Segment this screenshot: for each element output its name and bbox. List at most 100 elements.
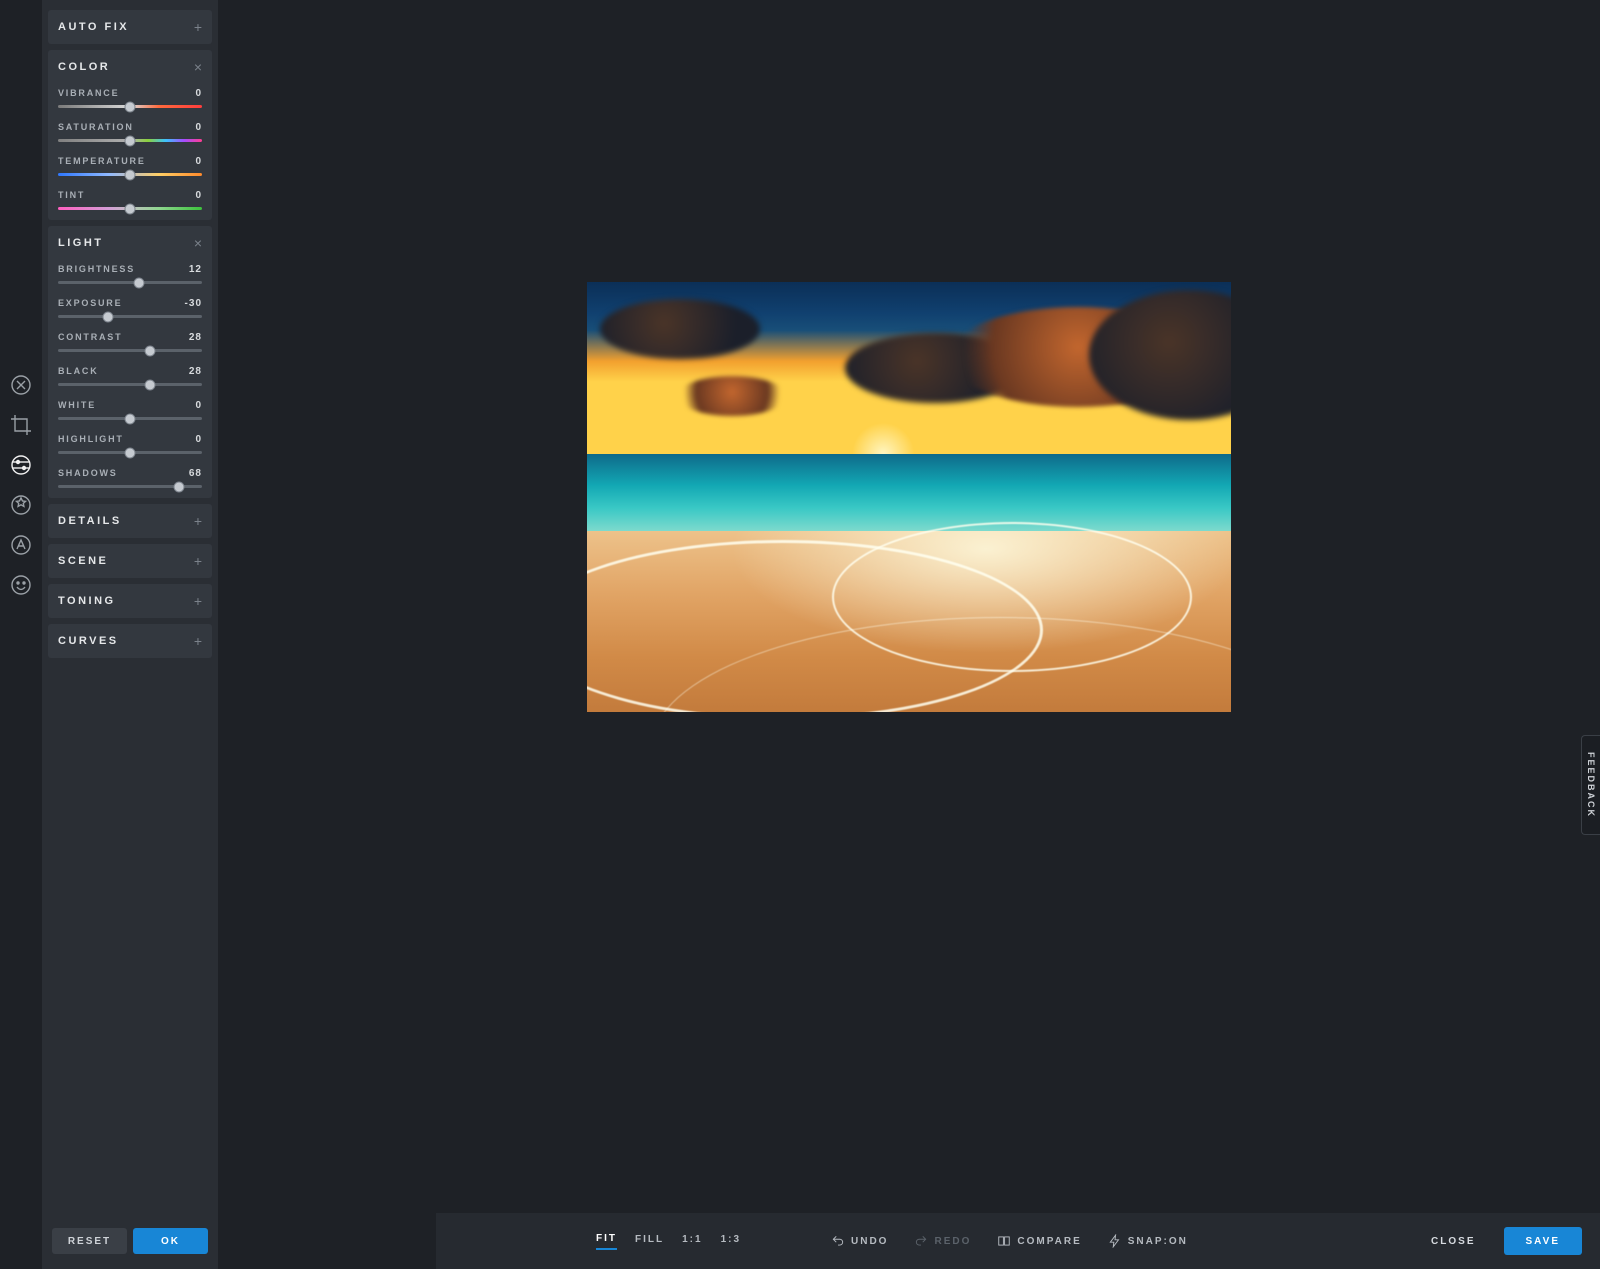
section-title: TONING (58, 595, 116, 607)
slider-track[interactable] (58, 139, 202, 142)
section-title: SCENE (58, 555, 108, 567)
undo-icon (831, 1234, 845, 1248)
section-header-light[interactable]: LIGHT × (58, 236, 202, 250)
undo-button[interactable]: UNDO (831, 1234, 888, 1248)
section-autofix: AUTO FIX+ (48, 10, 212, 44)
section-title: LIGHT (58, 237, 104, 249)
expand-icon[interactable]: + (194, 514, 202, 528)
section-header-curves[interactable]: CURVES + (58, 634, 202, 648)
bottom-bar: FITFILL1:11:3 UNDO REDO COMPARE SNAP:ON … (436, 1213, 1600, 1269)
reset-button[interactable]: RESET (52, 1228, 127, 1254)
slider-track[interactable] (58, 451, 202, 454)
slider-value: 0 (195, 400, 202, 411)
slider-value: 12 (189, 264, 202, 275)
expand-icon[interactable]: + (194, 634, 202, 648)
section-curves: CURVES + (48, 624, 212, 658)
slider-track[interactable] (58, 383, 202, 386)
image-preview[interactable] (587, 282, 1231, 712)
section-header-scene[interactable]: SCENE + (58, 554, 202, 568)
sticker-icon[interactable] (8, 572, 34, 598)
section-header-color[interactable]: COLOR × (58, 60, 202, 74)
slider-thumb[interactable] (125, 135, 136, 146)
slider-track[interactable] (58, 417, 202, 420)
expand-icon[interactable]: + (194, 594, 202, 608)
slider-thumb[interactable] (145, 345, 156, 356)
adjust-panel: AUTO FIX+ COLOR × VIBRANCE0 SATURATION0 TEMPE… (42, 0, 218, 1269)
collapse-icon[interactable]: × (194, 236, 202, 250)
snap-toggle[interactable]: SNAP:ON (1108, 1234, 1188, 1248)
effects-icon[interactable] (8, 492, 34, 518)
slider-temperature: TEMPERATURE0 (58, 156, 202, 176)
slider-brightness: BRIGHTNESS12 (58, 264, 202, 284)
slider-thumb[interactable] (173, 481, 184, 492)
collapse-icon[interactable]: × (194, 60, 202, 74)
slider-value: 28 (189, 366, 202, 377)
adjust-icon[interactable] (8, 452, 34, 478)
slider-name: WHITE (58, 400, 96, 410)
slider-name: TINT (58, 190, 85, 200)
slider-name: CONTRAST (58, 332, 122, 342)
redo-icon (914, 1234, 928, 1248)
slider-name: SHADOWS (58, 468, 118, 478)
slider-value: 68 (189, 468, 202, 479)
crop-icon[interactable] (8, 412, 34, 438)
slider-thumb[interactable] (133, 277, 144, 288)
slider-track[interactable] (58, 349, 202, 352)
zoom-group: FIT FILL 1:1 1:3 (596, 1233, 741, 1250)
slider-thumb[interactable] (125, 413, 136, 424)
canvas-area: FITFILL1:11:3 UNDO REDO COMPARE SNAP:ON … (218, 0, 1600, 1269)
slider-black: BLACK 28 (58, 366, 202, 386)
close-button[interactable]: CLOSE (1417, 1227, 1489, 1255)
compare-label: COMPARE (1017, 1236, 1081, 1247)
slider-name: EXPOSURE (58, 298, 122, 308)
slider-value: 0 (195, 190, 202, 201)
section-header-toning[interactable]: TONING + (58, 594, 202, 608)
section-title: DETAILS (58, 515, 122, 527)
slider-thumb[interactable] (125, 101, 136, 112)
section-header-details[interactable]: DETAILS + (58, 514, 202, 528)
slider-white: WHITE 0 (58, 400, 202, 420)
zoom-1-3[interactable]: 1:3 (721, 1234, 741, 1249)
right-group: CLOSE SAVE (1417, 1227, 1582, 1255)
section-header-autofix[interactable]: AUTO FIX+ (58, 20, 202, 34)
compare-button[interactable]: COMPARE (997, 1234, 1081, 1248)
snap-label: SNAP:ON (1128, 1236, 1188, 1247)
slider-thumb[interactable] (125, 203, 136, 214)
slider-name: BLACK (58, 366, 99, 376)
section-title: CURVES (58, 635, 119, 647)
slider-thumb[interactable] (125, 447, 136, 458)
heal-icon[interactable] (8, 372, 34, 398)
slider-track[interactable] (58, 485, 202, 488)
slider-name: HIGHLIGHT (58, 434, 124, 444)
expand-icon[interactable]: + (194, 20, 202, 34)
slider-value: 28 (189, 332, 202, 343)
slider-vibrance: VIBRANCE0 (58, 88, 202, 108)
section-details: DETAILS + (48, 504, 212, 538)
slider-track[interactable] (58, 315, 202, 318)
slider-thumb[interactable] (125, 169, 136, 180)
slider-track[interactable] (58, 173, 202, 176)
feedback-tab[interactable]: FEEDBACK (1581, 735, 1600, 835)
expand-icon[interactable]: + (194, 554, 202, 568)
save-button[interactable]: SAVE (1504, 1227, 1583, 1255)
slider-highlight: HIGHLIGHT0 (58, 434, 202, 454)
zoom-fit[interactable]: FIT (596, 1233, 617, 1250)
slider-thumb[interactable] (103, 311, 114, 322)
panel-footer: RESET OK (42, 1213, 218, 1269)
zoom-1-1[interactable]: 1:1 (682, 1234, 702, 1249)
section-color: COLOR × VIBRANCE0 SATURATION0 TEMPERATURE0 TI… (48, 50, 212, 220)
slider-track[interactable] (58, 105, 202, 108)
redo-label: REDO (934, 1236, 971, 1247)
slider-value: 0 (195, 122, 202, 133)
slider-tint: TINT 0 (58, 190, 202, 210)
slider-track[interactable] (58, 207, 202, 210)
slider-thumb[interactable] (145, 379, 156, 390)
zoom-fill[interactable]: FILL (635, 1234, 664, 1249)
section-scene: SCENE + (48, 544, 212, 578)
text-icon[interactable] (8, 532, 34, 558)
slider-saturation: SATURATION0 (58, 122, 202, 142)
slider-track[interactable] (58, 281, 202, 284)
slider-exposure: EXPOSURE-30 (58, 298, 202, 318)
section-title: COLOR (58, 61, 110, 73)
ok-button[interactable]: OK (133, 1228, 208, 1254)
